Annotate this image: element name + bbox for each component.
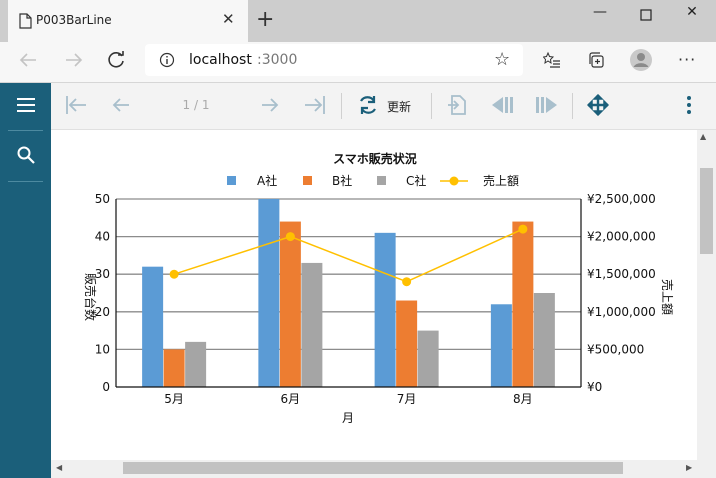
- legend-marker-b: [303, 176, 312, 185]
- chart-bars: [142, 199, 555, 387]
- new-tab-icon[interactable]: +: [256, 7, 274, 32]
- scroll-up-icon[interactable]: ▲: [700, 132, 706, 141]
- bar-c-4: [533, 293, 555, 387]
- x-tick-label: 6月: [281, 392, 301, 406]
- sales-point-3: [402, 277, 412, 287]
- bar-a-4: [490, 304, 512, 387]
- toolbar-divider: [572, 93, 573, 119]
- toolbar-divider: [431, 93, 432, 119]
- maximize-icon[interactable]: [640, 9, 652, 21]
- more-options-icon[interactable]: [686, 95, 692, 115]
- page-indicator[interactable]: 1 / 1: [176, 98, 216, 112]
- legend-marker-c: [377, 176, 386, 185]
- scrollbar-corner: [697, 460, 716, 478]
- favorite-star-icon[interactable]: ☆: [494, 49, 510, 70]
- browser-menu-icon[interactable]: ···: [678, 50, 696, 69]
- search-icon[interactable]: [16, 145, 36, 165]
- y2-tick-label: ¥2,000,000: [587, 230, 656, 244]
- sidebar-divider: [8, 130, 43, 131]
- tab-title: P003BarLine: [36, 13, 112, 27]
- y-tick-label: 0: [102, 380, 110, 394]
- y-axis-label: 販売台数: [83, 273, 98, 321]
- favorites-list-icon[interactable]: [543, 51, 561, 69]
- sales-line: [169, 224, 528, 287]
- refresh-button-label[interactable]: 更新: [387, 98, 411, 115]
- refresh-icon[interactable]: [357, 94, 379, 116]
- bar-b-3: [396, 300, 418, 387]
- sales-point-1: [169, 269, 179, 279]
- sales-point-2: [285, 232, 295, 242]
- y2-tick-label: ¥1,000,000: [587, 305, 656, 319]
- sidebar-divider: [8, 181, 43, 182]
- move-icon[interactable]: [587, 94, 609, 116]
- minimize-icon[interactable]: —: [580, 4, 620, 28]
- next-page-icon[interactable]: [260, 95, 280, 115]
- url-host: localhost: [189, 52, 252, 68]
- bar-a-1: [142, 266, 164, 387]
- x-axis-label: 月: [342, 411, 354, 425]
- y-tick-label: 50: [95, 192, 110, 206]
- legend-marker-sales: [449, 176, 459, 186]
- x-tick-label: 8月: [513, 392, 533, 406]
- previous-page-icon[interactable]: [111, 95, 131, 115]
- page-icon: [19, 13, 32, 29]
- forward-icon[interactable]: [64, 52, 84, 68]
- reload-icon[interactable]: [107, 50, 127, 70]
- bar-c-2: [301, 262, 323, 387]
- bar-b-1: [163, 349, 185, 387]
- sales-point-4: [518, 224, 528, 234]
- y2-tick-label: ¥500,000: [587, 342, 644, 356]
- y2-tick-label: ¥1,500,000: [587, 267, 656, 281]
- legend-label-a: A社: [257, 173, 277, 188]
- bar-a-3: [374, 232, 396, 387]
- toolbar-divider: [341, 93, 342, 119]
- bar-a-2: [258, 199, 280, 387]
- back-icon[interactable]: [18, 52, 38, 68]
- bar-b-4: [512, 221, 534, 387]
- y2-axis-label: 売上額: [660, 279, 675, 315]
- viewer-sidebar: [0, 83, 51, 478]
- bar-c-1: [185, 341, 207, 387]
- previous-section-icon[interactable]: [490, 96, 514, 114]
- chart-legend: A社 B社 C社 売上額: [227, 173, 519, 188]
- url-port: :3000: [257, 52, 298, 68]
- y2-tick-label: ¥2,500,000: [587, 192, 656, 206]
- first-page-icon[interactable]: [65, 95, 87, 115]
- viewer-toolbar: [51, 83, 716, 130]
- collections-icon[interactable]: [587, 51, 605, 69]
- info-icon[interactable]: [159, 52, 175, 68]
- sales-chart: スマホ販売状況 A社 B社 C社 売上額 0 ¥010 ¥500,00020 ¥1,0…: [83, 151, 675, 425]
- legend-marker-a: [227, 176, 236, 185]
- legend-label-c: C社: [406, 173, 426, 188]
- profile-avatar-icon[interactable]: [629, 48, 653, 72]
- next-section-icon[interactable]: [535, 96, 559, 114]
- hamburger-menu-icon[interactable]: [16, 97, 36, 113]
- bar-b-2: [279, 221, 301, 387]
- y-tick-label: 40: [95, 230, 110, 244]
- export-icon[interactable]: [447, 94, 469, 116]
- y2-tick-label: ¥0: [587, 380, 602, 394]
- y-tick-label: 10: [95, 342, 110, 356]
- tab-close-icon[interactable]: ✕: [222, 10, 235, 28]
- legend-label-b: B社: [332, 173, 352, 188]
- scroll-right-icon[interactable]: ▶: [686, 463, 692, 472]
- legend-label-sales: 売上額: [483, 173, 519, 188]
- vertical-scroll-thumb[interactable]: [700, 168, 713, 254]
- last-page-icon[interactable]: [304, 95, 326, 115]
- x-tick-label: 5月: [164, 392, 184, 406]
- scroll-left-icon[interactable]: ◀: [56, 463, 62, 472]
- x-tick-label: 7月: [397, 392, 417, 406]
- chart-title: スマホ販売状況: [333, 151, 417, 166]
- close-window-icon[interactable]: ✕: [672, 4, 712, 28]
- bar-c-3: [417, 330, 439, 387]
- horizontal-scroll-thumb[interactable]: [123, 462, 623, 474]
